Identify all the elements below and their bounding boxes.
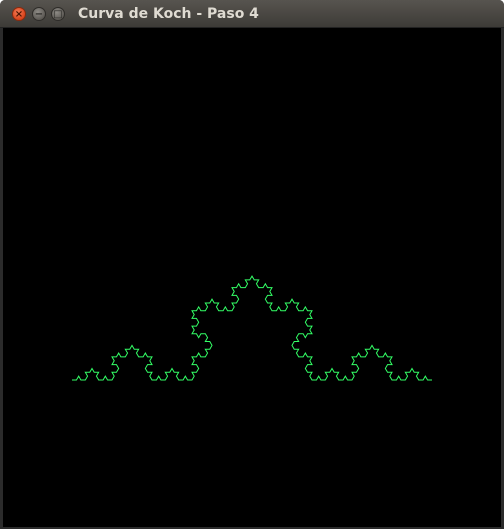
minimize-window-button[interactable]: − xyxy=(32,7,46,21)
minimize-icon: − xyxy=(34,9,44,20)
app-window: × − □ Curva de Koch - Paso 4 xyxy=(0,0,504,529)
drawing-canvas xyxy=(3,28,501,527)
window-title: Curva de Koch - Paso 4 xyxy=(78,6,259,22)
title-bar[interactable]: × − □ Curva de Koch - Paso 4 xyxy=(0,0,504,28)
close-window-button[interactable]: × xyxy=(12,7,26,21)
maximize-window-button[interactable]: □ xyxy=(51,7,65,21)
koch-curve-drawing xyxy=(72,275,432,381)
koch-curve xyxy=(72,275,432,381)
maximize-icon: □ xyxy=(53,9,63,20)
close-icon: × xyxy=(14,9,24,20)
